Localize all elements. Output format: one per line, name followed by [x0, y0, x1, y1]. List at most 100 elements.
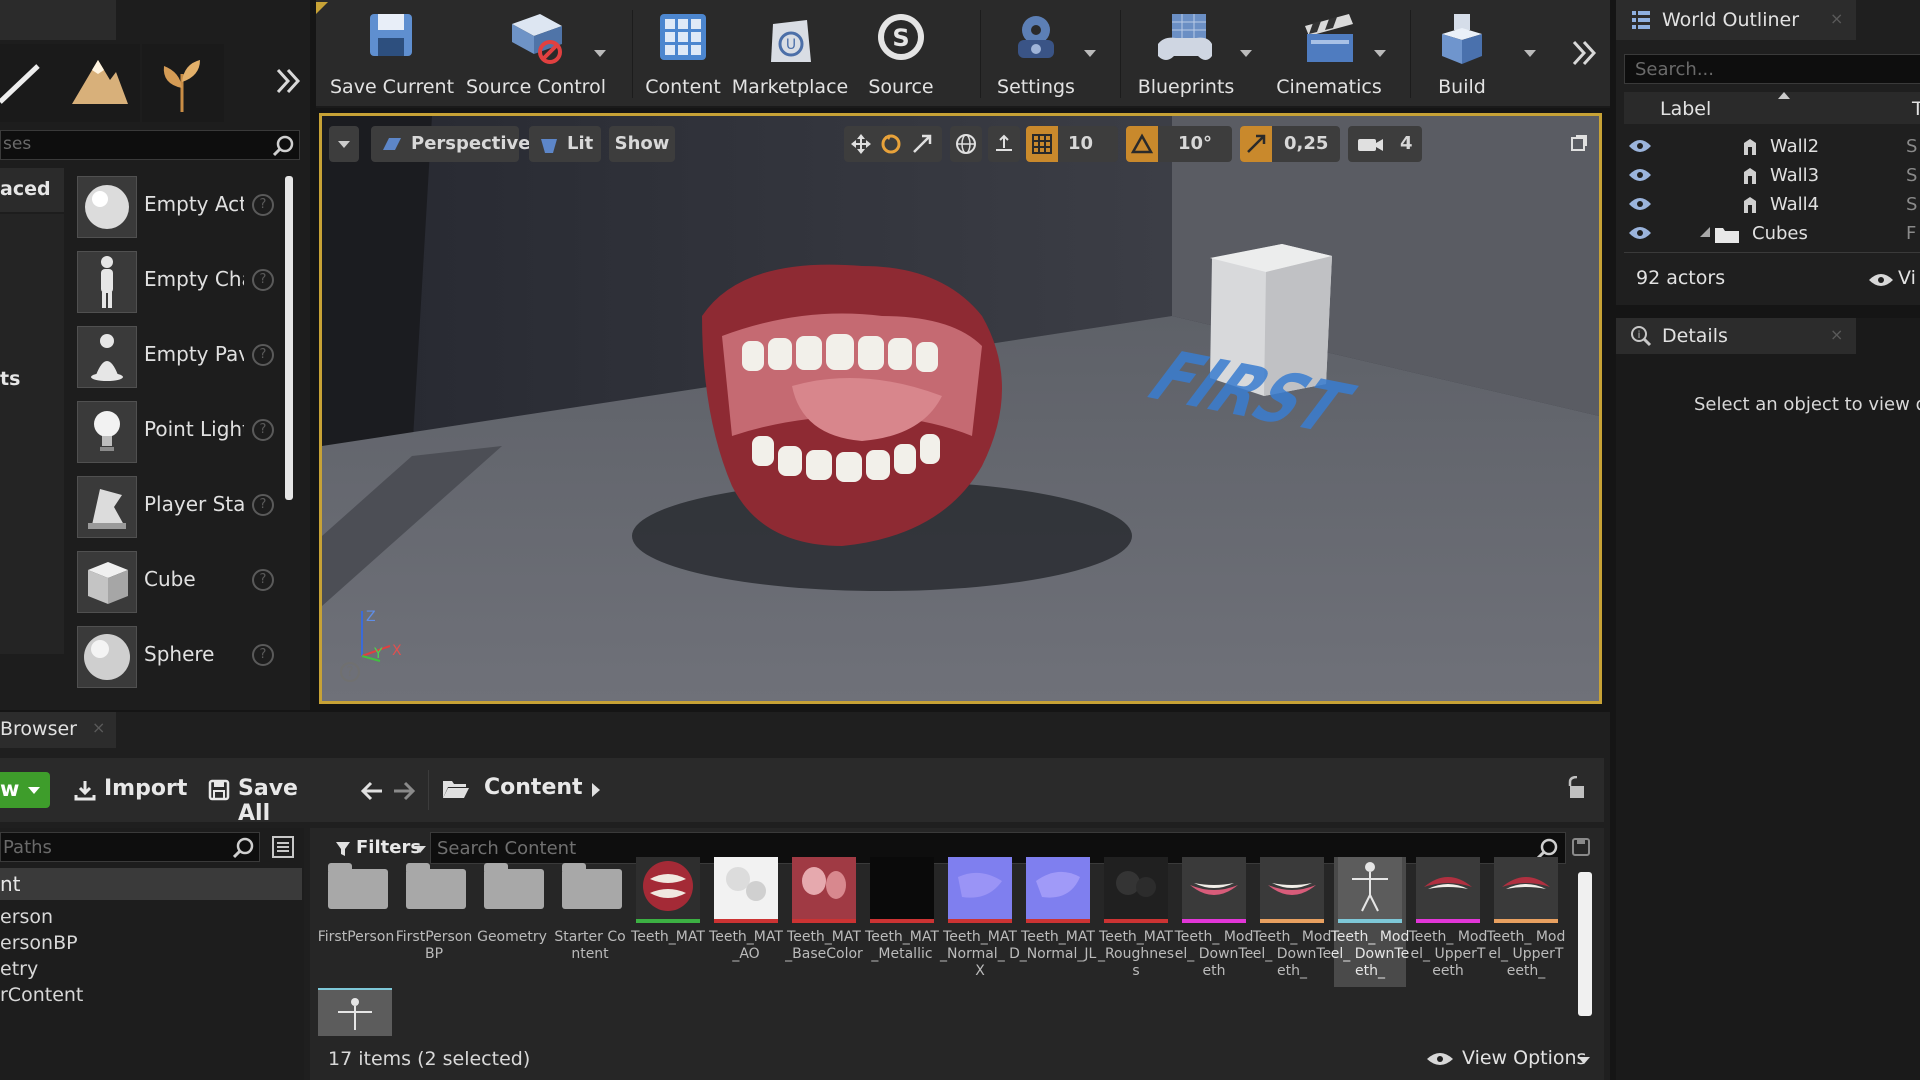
settings-button[interactable]: Settings [984, 0, 1088, 108]
type-column-header[interactable]: T [1912, 98, 1920, 120]
breadcrumb-chevron-right-icon[interactable] [592, 783, 600, 797]
tree-item-firstperson[interactable]: erson [0, 906, 53, 928]
blueprints-dropdown-icon[interactable] [1240, 50, 1252, 57]
scale-snap-toggle[interactable] [1240, 126, 1272, 162]
maximize-viewport-icon[interactable] [1570, 134, 1588, 152]
surface-snap-toggle[interactable] [988, 126, 1020, 162]
source-control-button[interactable]: Source Control [456, 0, 616, 108]
asset-folder-firstpersonbp[interactable]: FirstPerson BP [396, 857, 472, 987]
eye-icon[interactable] [1628, 138, 1652, 154]
help-icon[interactable]: ? [252, 569, 274, 591]
paths-search-input[interactable]: Paths [0, 832, 260, 862]
asset-skeleton-downteeth-selected[interactable]: Teeth_ Model_ DownTeeth_ [1331, 857, 1409, 987]
scale-snap-group[interactable]: 0,25 [1240, 126, 1340, 162]
open-folder-icon[interactable] [442, 778, 470, 800]
asset-folder-firstperson[interactable]: FirstPerson [318, 857, 394, 987]
asset-texture-normal-dx[interactable]: Teeth_MAT _Normal_ DX [940, 857, 1020, 987]
asset-scrollbar[interactable] [1578, 872, 1592, 1016]
help-icon[interactable]: ? [252, 269, 274, 291]
help-icon[interactable]: ? [252, 494, 274, 516]
asset-folder-geometry[interactable]: Geometry [476, 857, 548, 987]
category-recently-placed[interactable]: aced [0, 168, 64, 212]
source-control-dropdown-icon[interactable] [594, 50, 606, 57]
viewport-help-icon[interactable]: ? [340, 662, 360, 682]
lock-icon[interactable] [1566, 776, 1588, 800]
eye-icon[interactable] [1628, 196, 1652, 212]
marketplace-button[interactable]: U Marketplace [730, 0, 850, 108]
forward-arrow-icon[interactable] [392, 780, 416, 802]
translate-arrows-icon[interactable] [849, 132, 873, 156]
tree-item-content-selected[interactable]: nt [0, 868, 302, 900]
view-options-eye-icon[interactable] [1868, 272, 1894, 288]
rotate-icon[interactable] [879, 132, 903, 156]
content-browser-tab[interactable]: Browser × [0, 712, 116, 748]
modes-tab[interactable] [0, 0, 116, 40]
place-item-cube[interactable]: Cube ? [72, 547, 282, 617]
show-dropdown[interactable]: Show [609, 126, 675, 162]
place-item-player-start[interactable]: Player Sta ? [72, 472, 282, 542]
mode-landscape[interactable] [58, 44, 140, 122]
collapse-sources-icon[interactable] [272, 836, 294, 858]
outliner-row-cubes[interactable]: Cubes F [1616, 220, 1920, 249]
asset-mesh-downteeth[interactable]: Teeth_ Model_ DownTeeth [1175, 857, 1253, 987]
place-item-empty-character[interactable]: Empty Cha ? [72, 247, 282, 317]
asset-texture-roughness[interactable]: Teeth_MAT _Roughness [1098, 857, 1174, 987]
grid-snap-group[interactable]: 10 [1026, 126, 1118, 162]
asset-material-teeth-mat[interactable]: Teeth_MAT [631, 857, 705, 987]
asset-skeleton-partial[interactable] [318, 988, 392, 1036]
mode-foliage[interactable] [142, 44, 224, 122]
asset-mesh-upperteeth-2[interactable]: Teeth_ Model_ UpperTeeth_ [1487, 857, 1565, 987]
level-viewport[interactable]: FIRST Z Y X ? Perspective Lit Show 10 10… [319, 113, 1602, 704]
outliner-view-options[interactable]: Vi [1898, 267, 1916, 289]
expand-arrow-icon[interactable] [1700, 227, 1710, 237]
breadcrumb-content[interactable]: Content [484, 775, 583, 800]
asset-texture-basecolor[interactable]: Teeth_MAT _BaseColor [785, 857, 863, 987]
outliner-search-input[interactable]: Search... [1624, 54, 1920, 84]
eye-icon[interactable] [1628, 167, 1652, 183]
camera-speed-button[interactable]: 4 [1348, 126, 1422, 162]
modes-search-input[interactable]: ses [0, 130, 300, 160]
place-item-empty-actor[interactable]: Empty Act ? [72, 172, 282, 242]
help-icon[interactable]: ? [252, 644, 274, 666]
help-icon[interactable]: ? [252, 344, 274, 366]
asset-folder-startercontent[interactable]: Starter Content [554, 857, 626, 987]
view-options-button[interactable]: View Options [1426, 1044, 1596, 1074]
asset-mesh-downteeth-2[interactable]: Teeth_ Model_ DownTeeth_ [1253, 857, 1331, 987]
grid-snap-toggle[interactable] [1026, 126, 1058, 162]
help-icon[interactable]: ? [252, 419, 274, 441]
place-item-sphere[interactable]: Sphere ? [72, 622, 282, 692]
place-item-point-light[interactable]: Point Light ? [72, 397, 282, 467]
blueprints-button[interactable]: Blueprints [1124, 0, 1248, 108]
viewport-options-dropdown[interactable] [329, 126, 359, 162]
rotation-snap-toggle[interactable] [1126, 126, 1158, 162]
toolbar-overflow-chevron-icon[interactable] [1570, 38, 1598, 68]
rotation-snap-group[interactable]: 10° [1126, 126, 1232, 162]
outliner-row-wall4[interactable]: Wall4 S [1616, 191, 1920, 220]
asset-texture-ao[interactable]: Teeth_MAT _AO [709, 857, 783, 987]
close-icon[interactable]: × [1830, 325, 1843, 344]
save-search-icon[interactable] [1572, 838, 1590, 856]
label-column-header[interactable]: Label [1660, 98, 1711, 120]
placement-scrollbar[interactable] [285, 176, 293, 500]
world-local-toggle[interactable] [950, 126, 982, 162]
close-icon[interactable]: × [92, 718, 105, 737]
source-button[interactable]: S Source [854, 0, 948, 108]
asset-texture-metallic[interactable]: Teeth_MAT _Metallic [865, 857, 939, 987]
outliner-row-wall2[interactable]: Wall2 S [1616, 133, 1920, 162]
asset-texture-normal-jl[interactable]: Teeth_MAT _Normal_JL [1020, 857, 1096, 987]
scale-icon[interactable] [910, 132, 934, 156]
import-button[interactable]: Import [72, 772, 187, 808]
save-all-button[interactable]: Save All [206, 772, 332, 826]
help-icon[interactable]: ? [252, 194, 274, 216]
modes-overflow-chevron-icon[interactable] [274, 66, 302, 96]
eye-icon[interactable] [1628, 225, 1652, 241]
details-tab[interactable]: i Details × [1616, 318, 1856, 354]
place-item-empty-pawn[interactable]: Empty Pav ? [72, 322, 282, 392]
close-icon[interactable]: × [1830, 9, 1843, 28]
save-current-button[interactable]: Save Current [330, 0, 454, 108]
asset-mesh-upperteeth[interactable]: Teeth_ Model_ UpperTeeth [1409, 857, 1487, 987]
tree-item-geometry[interactable]: etry [0, 958, 38, 980]
cinematics-dropdown-icon[interactable] [1374, 50, 1386, 57]
build-dropdown-icon[interactable] [1524, 50, 1536, 57]
outliner-row-wall3[interactable]: Wall3 S [1616, 162, 1920, 191]
